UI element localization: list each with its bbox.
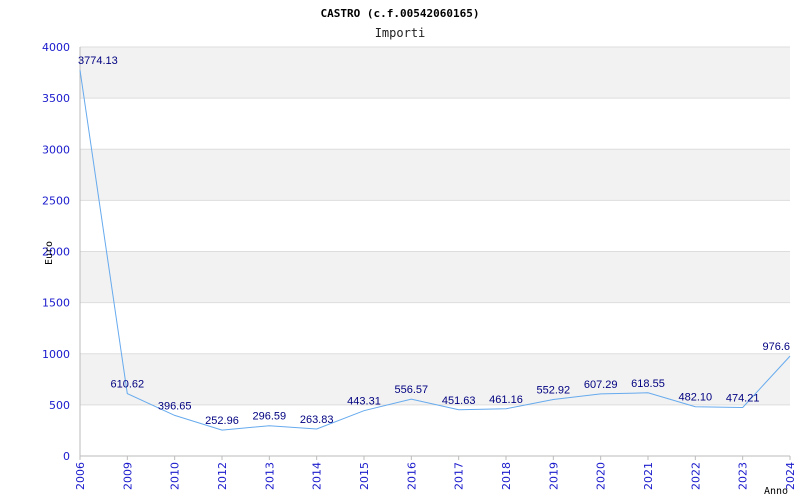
- x-tick-label: 2019: [547, 462, 560, 490]
- x-tick-label: 2015: [358, 462, 371, 490]
- data-label: 461.16: [489, 394, 523, 406]
- data-label: 396.65: [158, 400, 192, 412]
- data-label: 451.63: [442, 395, 476, 407]
- x-tick-labels: 2006 2009 2010 2012 2013 2014 2015 2016 2017 2018…: [74, 456, 797, 490]
- y-tick-label: 0: [63, 450, 70, 463]
- data-label: 296.59: [253, 411, 287, 423]
- x-tick-label: 2022: [689, 462, 702, 490]
- data-label: 482.10: [679, 392, 713, 404]
- y-axis-label: Euro: [44, 241, 55, 265]
- chart: CASTRO (c.f.00542060165) Importi 0 500 100…: [42, 7, 797, 497]
- y-tick-label: 1000: [42, 348, 70, 361]
- data-label: 552.92: [537, 384, 571, 396]
- x-axis-label: Anno: [764, 486, 788, 497]
- x-tick-label: 2013: [263, 462, 276, 490]
- chart-subtitle: Importi: [375, 26, 426, 40]
- x-tick-label: 2009: [121, 462, 134, 490]
- grid-band: [80, 149, 790, 201]
- data-label: 3774.13: [78, 55, 118, 67]
- data-label: 443.31: [347, 396, 381, 408]
- data-label: 263.83: [300, 414, 334, 426]
- grid-band: [80, 251, 790, 303]
- data-label: 976.6: [762, 341, 790, 353]
- data-label: 610.62: [111, 379, 145, 391]
- y-tick-label: 3500: [42, 92, 70, 105]
- x-tick-label: 2020: [595, 462, 608, 490]
- y-tick-label: 1500: [42, 297, 70, 310]
- chart-title: CASTRO (c.f.00542060165): [321, 7, 480, 20]
- x-tick-label: 2016: [405, 462, 418, 490]
- data-label: 474.21: [726, 393, 760, 405]
- x-tick-label: 2021: [642, 462, 655, 490]
- x-tick-label: 2017: [453, 462, 466, 490]
- y-tick-label: 500: [49, 399, 70, 412]
- x-tick-label: 2010: [169, 462, 182, 490]
- grid-bands: [80, 47, 790, 405]
- y-tick-label: 3000: [42, 143, 70, 156]
- x-tick-label: 2014: [311, 462, 324, 490]
- y-tick-label: 2500: [42, 194, 70, 207]
- grid-band: [80, 47, 790, 99]
- data-label: 252.96: [205, 415, 239, 427]
- data-label: 618.55: [631, 378, 665, 390]
- y-tick-label: 4000: [42, 41, 70, 54]
- x-tick-label: 2006: [74, 462, 87, 490]
- data-label: 607.29: [584, 379, 618, 391]
- data-label: 556.57: [395, 384, 429, 396]
- x-tick-label: 2023: [737, 462, 750, 490]
- x-tick-label: 2018: [500, 462, 513, 490]
- x-tick-label: 2012: [216, 462, 229, 490]
